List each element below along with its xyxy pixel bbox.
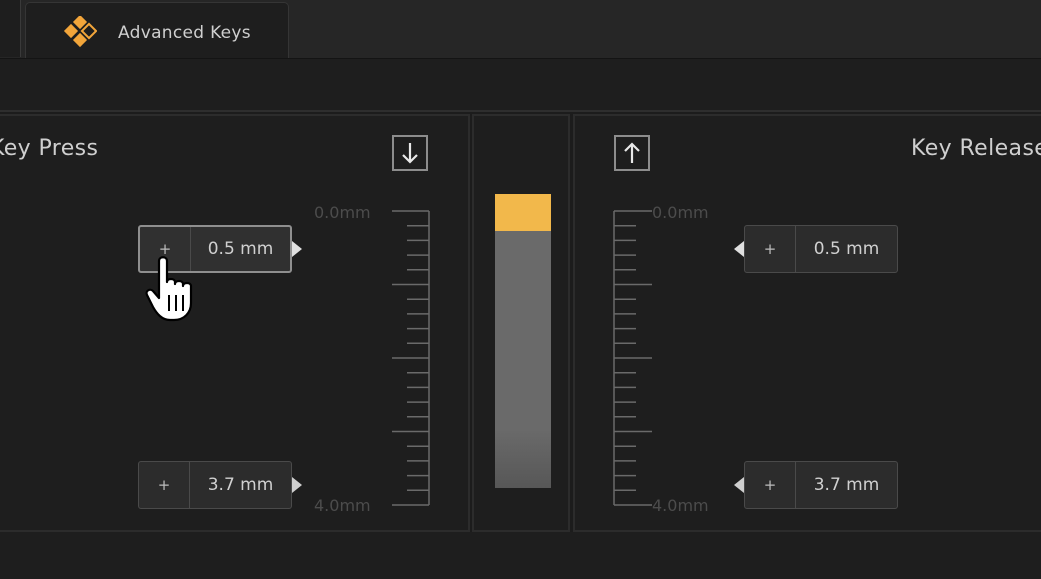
key-release-scale: [613, 210, 652, 506]
key-press-title: Key Press: [0, 136, 99, 161]
arrow-down-icon: [402, 143, 418, 164]
bottom-out-release-marker[interactable]: [734, 477, 744, 493]
actuation-marker[interactable]: [292, 241, 302, 257]
tab-advanced-keys-label: Advanced Keys: [118, 23, 251, 43]
release-point-stepper[interactable]: + 0.5 mm: [744, 225, 898, 273]
bottom-out-press-value[interactable]: 3.7 mm: [190, 462, 291, 508]
key-press-scale-top: 0.0mm: [314, 203, 371, 222]
travel-meter-fill: [495, 194, 551, 231]
toolbar-strip: [0, 59, 1041, 112]
release-point-increment-button[interactable]: +: [745, 226, 796, 272]
key-press-direction-button[interactable]: [392, 135, 428, 171]
bottom-out-press-increment-button[interactable]: +: [139, 462, 190, 508]
tab-advanced-keys[interactable]: Advanced Keys: [25, 2, 289, 58]
release-point-marker[interactable]: [734, 241, 744, 257]
key-press-scale: [392, 210, 430, 506]
bottom-out-release-value[interactable]: 3.7 mm: [796, 462, 897, 508]
arrow-up-icon: [624, 142, 640, 163]
key-release-scale-bottom: 4.0mm: [652, 496, 709, 515]
bottom-out-release-stepper[interactable]: + 3.7 mm: [744, 461, 898, 509]
release-point-value[interactable]: 0.5 mm: [796, 226, 897, 272]
key-release-title: Key Release: [911, 136, 1041, 161]
key-press-scale-bottom: 4.0mm: [314, 496, 371, 515]
key-release-scale-top: 0.0mm: [652, 203, 709, 222]
hand-pointer-cursor-icon: [145, 256, 193, 322]
key-release-direction-button[interactable]: [614, 135, 650, 171]
tab-bar: Advanced Keys: [0, 0, 1041, 59]
bottom-out-press-stepper[interactable]: + 3.7 mm: [138, 461, 292, 509]
travel-meter: [495, 194, 551, 488]
bottom-out-release-increment-button[interactable]: +: [745, 462, 796, 508]
bottom-out-press-marker[interactable]: [292, 477, 302, 493]
tab-previous[interactable]: [0, 0, 21, 57]
advanced-keys-icon: [63, 16, 97, 48]
bottom-strip: [0, 532, 1041, 579]
